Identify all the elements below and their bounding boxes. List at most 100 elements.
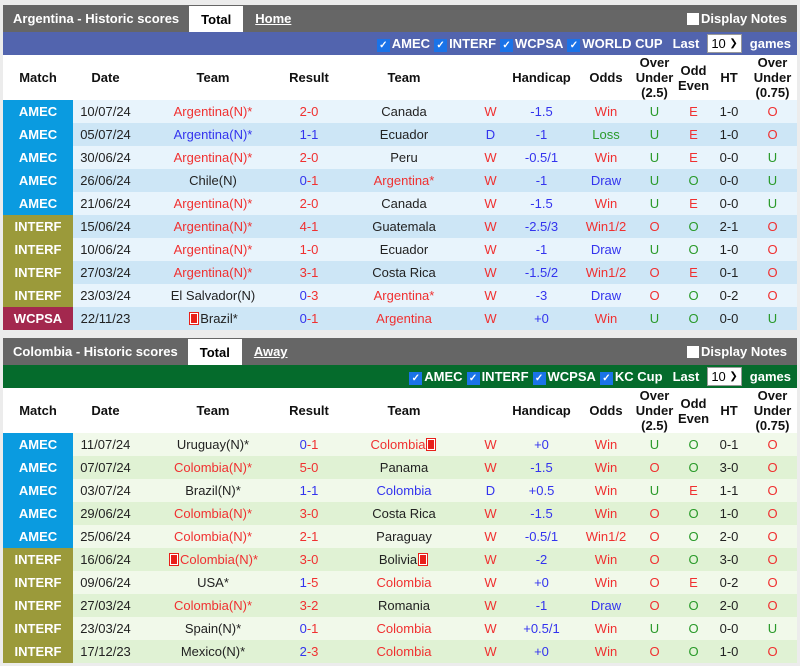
team-cell[interactable]: Argentina(N)* xyxy=(138,215,288,238)
table-row[interactable]: INTERF 23/03/24 El Salvador(N) 0-3 Argen… xyxy=(3,284,797,307)
competition-badge[interactable]: AMEC xyxy=(3,479,73,502)
filter-kc-cup[interactable]: ✓ KC Cup xyxy=(599,369,663,385)
competition-badge[interactable]: INTERF xyxy=(3,215,73,238)
team-name[interactable]: El Salvador(N) xyxy=(171,288,256,303)
team-name[interactable]: Argentina(N)* xyxy=(174,265,253,280)
checkbox[interactable] xyxy=(687,12,700,25)
team-cell[interactable]: Argentina* xyxy=(330,284,478,307)
table-row[interactable]: AMEC 05/07/24 Argentina(N)* 1-1 Ecuador … xyxy=(3,123,797,146)
table-row[interactable]: INTERF 23/03/24 Spain(N)* 0-1 Colombia W… xyxy=(3,617,797,640)
competition-badge[interactable]: AMEC xyxy=(3,123,73,146)
team-name[interactable]: Uruguay(N)* xyxy=(177,437,249,452)
team-name[interactable]: Colombia xyxy=(377,621,432,636)
score-cell[interactable]: 3-0 xyxy=(288,548,330,571)
tab-home[interactable]: Home xyxy=(243,5,303,32)
score-cell[interactable]: 2-0 xyxy=(288,192,330,215)
competition-badge[interactable]: WCPSA xyxy=(3,307,73,330)
team-cell[interactable]: Colombia(N)* xyxy=(138,594,288,617)
competition-badge[interactable]: AMEC xyxy=(3,456,73,479)
score-cell[interactable]: 1-0 xyxy=(288,238,330,261)
checkmark-icon[interactable]: ✓ xyxy=(409,371,423,385)
checkbox[interactable] xyxy=(687,345,700,358)
team-cell[interactable]: Colombia(N)* xyxy=(138,502,288,525)
team-cell[interactable]: Argentina(N)* xyxy=(138,146,288,169)
team-name[interactable]: Guatemala xyxy=(372,219,436,234)
tab-total[interactable]: Total xyxy=(189,6,244,32)
table-row[interactable]: AMEC 30/06/24 Argentina(N)* 2-0 Peru W -… xyxy=(3,146,797,169)
team-name[interactable]: Brazil(N)* xyxy=(185,483,241,498)
table-row[interactable]: AMEC 25/06/24 Colombia(N)* 2-1 Paraguay … xyxy=(3,525,797,548)
team-name[interactable]: Bolivia xyxy=(379,552,417,567)
team-name[interactable]: Mexico(N)* xyxy=(181,644,245,659)
table-row[interactable]: WCPSA 22/11/23 Brazil* 0-1 Argentina W +… xyxy=(3,307,797,330)
table-row[interactable]: AMEC 29/06/24 Colombia(N)* 3-0 Costa Ric… xyxy=(3,502,797,525)
table-row[interactable]: AMEC 07/07/24 Colombia(N)* 5-0 Panama W … xyxy=(3,456,797,479)
team-name[interactable]: Spain(N)* xyxy=(185,621,241,636)
score-cell[interactable]: 3-2 xyxy=(288,594,330,617)
team-cell[interactable]: Colombia(N)* xyxy=(138,548,288,571)
checkmark-icon[interactable]: ✓ xyxy=(376,38,390,52)
team-name[interactable]: Argentina(N)* xyxy=(174,196,253,211)
team-cell[interactable]: Colombia xyxy=(330,479,478,502)
score-cell[interactable]: 2-1 xyxy=(288,525,330,548)
competition-badge[interactable]: INTERF xyxy=(3,548,73,571)
team-name[interactable]: Argentina(N)* xyxy=(174,104,253,119)
team-cell[interactable]: Canada xyxy=(330,192,478,215)
team-cell[interactable]: Ecuador xyxy=(330,238,478,261)
checkmark-icon[interactable]: ✓ xyxy=(567,38,581,52)
competition-badge[interactable]: AMEC xyxy=(3,100,73,123)
team-name[interactable]: Colombia xyxy=(377,644,432,659)
competition-badge[interactable]: INTERF xyxy=(3,640,73,663)
score-cell[interactable]: 0-3 xyxy=(288,284,330,307)
team-name[interactable]: Argentina* xyxy=(374,288,435,303)
team-name[interactable]: Costa Rica xyxy=(372,265,436,280)
team-cell[interactable]: Spain(N)* xyxy=(138,617,288,640)
competition-badge[interactable]: INTERF xyxy=(3,238,73,261)
checkmark-icon[interactable]: ✓ xyxy=(532,371,546,385)
team-name[interactable]: Colombia(N)* xyxy=(174,598,252,613)
checkmark-icon[interactable]: ✓ xyxy=(500,38,514,52)
filter-wcpsa[interactable]: ✓ WCPSA xyxy=(500,36,563,52)
score-cell[interactable]: 0-1 xyxy=(288,169,330,192)
team-cell[interactable]: Argentina xyxy=(330,307,478,330)
table-row[interactable]: INTERF 17/12/23 Mexico(N)* 2-3 Colombia … xyxy=(3,640,797,663)
team-cell[interactable]: USA* xyxy=(138,571,288,594)
table-row[interactable]: AMEC 11/07/24 Uruguay(N)* 0-1 Colombia W… xyxy=(3,433,797,456)
team-cell[interactable]: Romania xyxy=(330,594,478,617)
team-cell[interactable]: Argentina(N)* xyxy=(138,192,288,215)
team-name[interactable]: Chile(N) xyxy=(189,173,237,188)
competition-badge[interactable]: INTERF xyxy=(3,261,73,284)
score-cell[interactable]: 1-5 xyxy=(288,571,330,594)
team-name[interactable]: Canada xyxy=(381,196,427,211)
table-row[interactable]: INTERF 16/06/24 Colombia(N)* 3-0 Bolivia… xyxy=(3,548,797,571)
score-cell[interactable]: 3-0 xyxy=(288,502,330,525)
team-cell[interactable]: Colombia xyxy=(330,640,478,663)
checkmark-icon[interactable]: ✓ xyxy=(599,371,613,385)
score-cell[interactable]: 0-1 xyxy=(288,307,330,330)
table-row[interactable]: INTERF 15/06/24 Argentina(N)* 4-1 Guatem… xyxy=(3,215,797,238)
team-cell[interactable]: Canada xyxy=(330,100,478,123)
team-name[interactable]: Argentina(N)* xyxy=(174,242,253,257)
team-name[interactable]: Colombia(N)* xyxy=(180,552,258,567)
display-notes-toggle[interactable]: Display Notes xyxy=(687,5,797,32)
team-cell[interactable]: Chile(N) xyxy=(138,169,288,192)
competition-badge[interactable]: INTERF xyxy=(3,617,73,640)
team-cell[interactable]: Brazil* xyxy=(138,307,288,330)
team-cell[interactable]: Colombia(N)* xyxy=(138,456,288,479)
team-name[interactable]: Ecuador xyxy=(380,242,428,257)
score-cell[interactable]: 0-1 xyxy=(288,433,330,456)
table-row[interactable]: INTERF 09/06/24 USA* 1-5 Colombia W +0 W… xyxy=(3,571,797,594)
filter-interf[interactable]: ✓ INTERF xyxy=(466,369,529,385)
team-cell[interactable]: Argentina(N)* xyxy=(138,123,288,146)
score-cell[interactable]: 0-1 xyxy=(288,617,330,640)
team-name[interactable]: Costa Rica xyxy=(372,506,436,521)
team-name[interactable]: Argentina(N)* xyxy=(174,150,253,165)
team-cell[interactable]: Argentina(N)* xyxy=(138,238,288,261)
team-cell[interactable]: Bolivia xyxy=(330,548,478,571)
filter-world-cup[interactable]: ✓ WORLD CUP xyxy=(567,36,663,52)
team-cell[interactable]: Peru xyxy=(330,146,478,169)
team-cell[interactable]: Paraguay xyxy=(330,525,478,548)
competition-badge[interactable]: INTERF xyxy=(3,284,73,307)
team-cell[interactable]: Colombia xyxy=(330,571,478,594)
team-name[interactable]: Panama xyxy=(380,460,428,475)
